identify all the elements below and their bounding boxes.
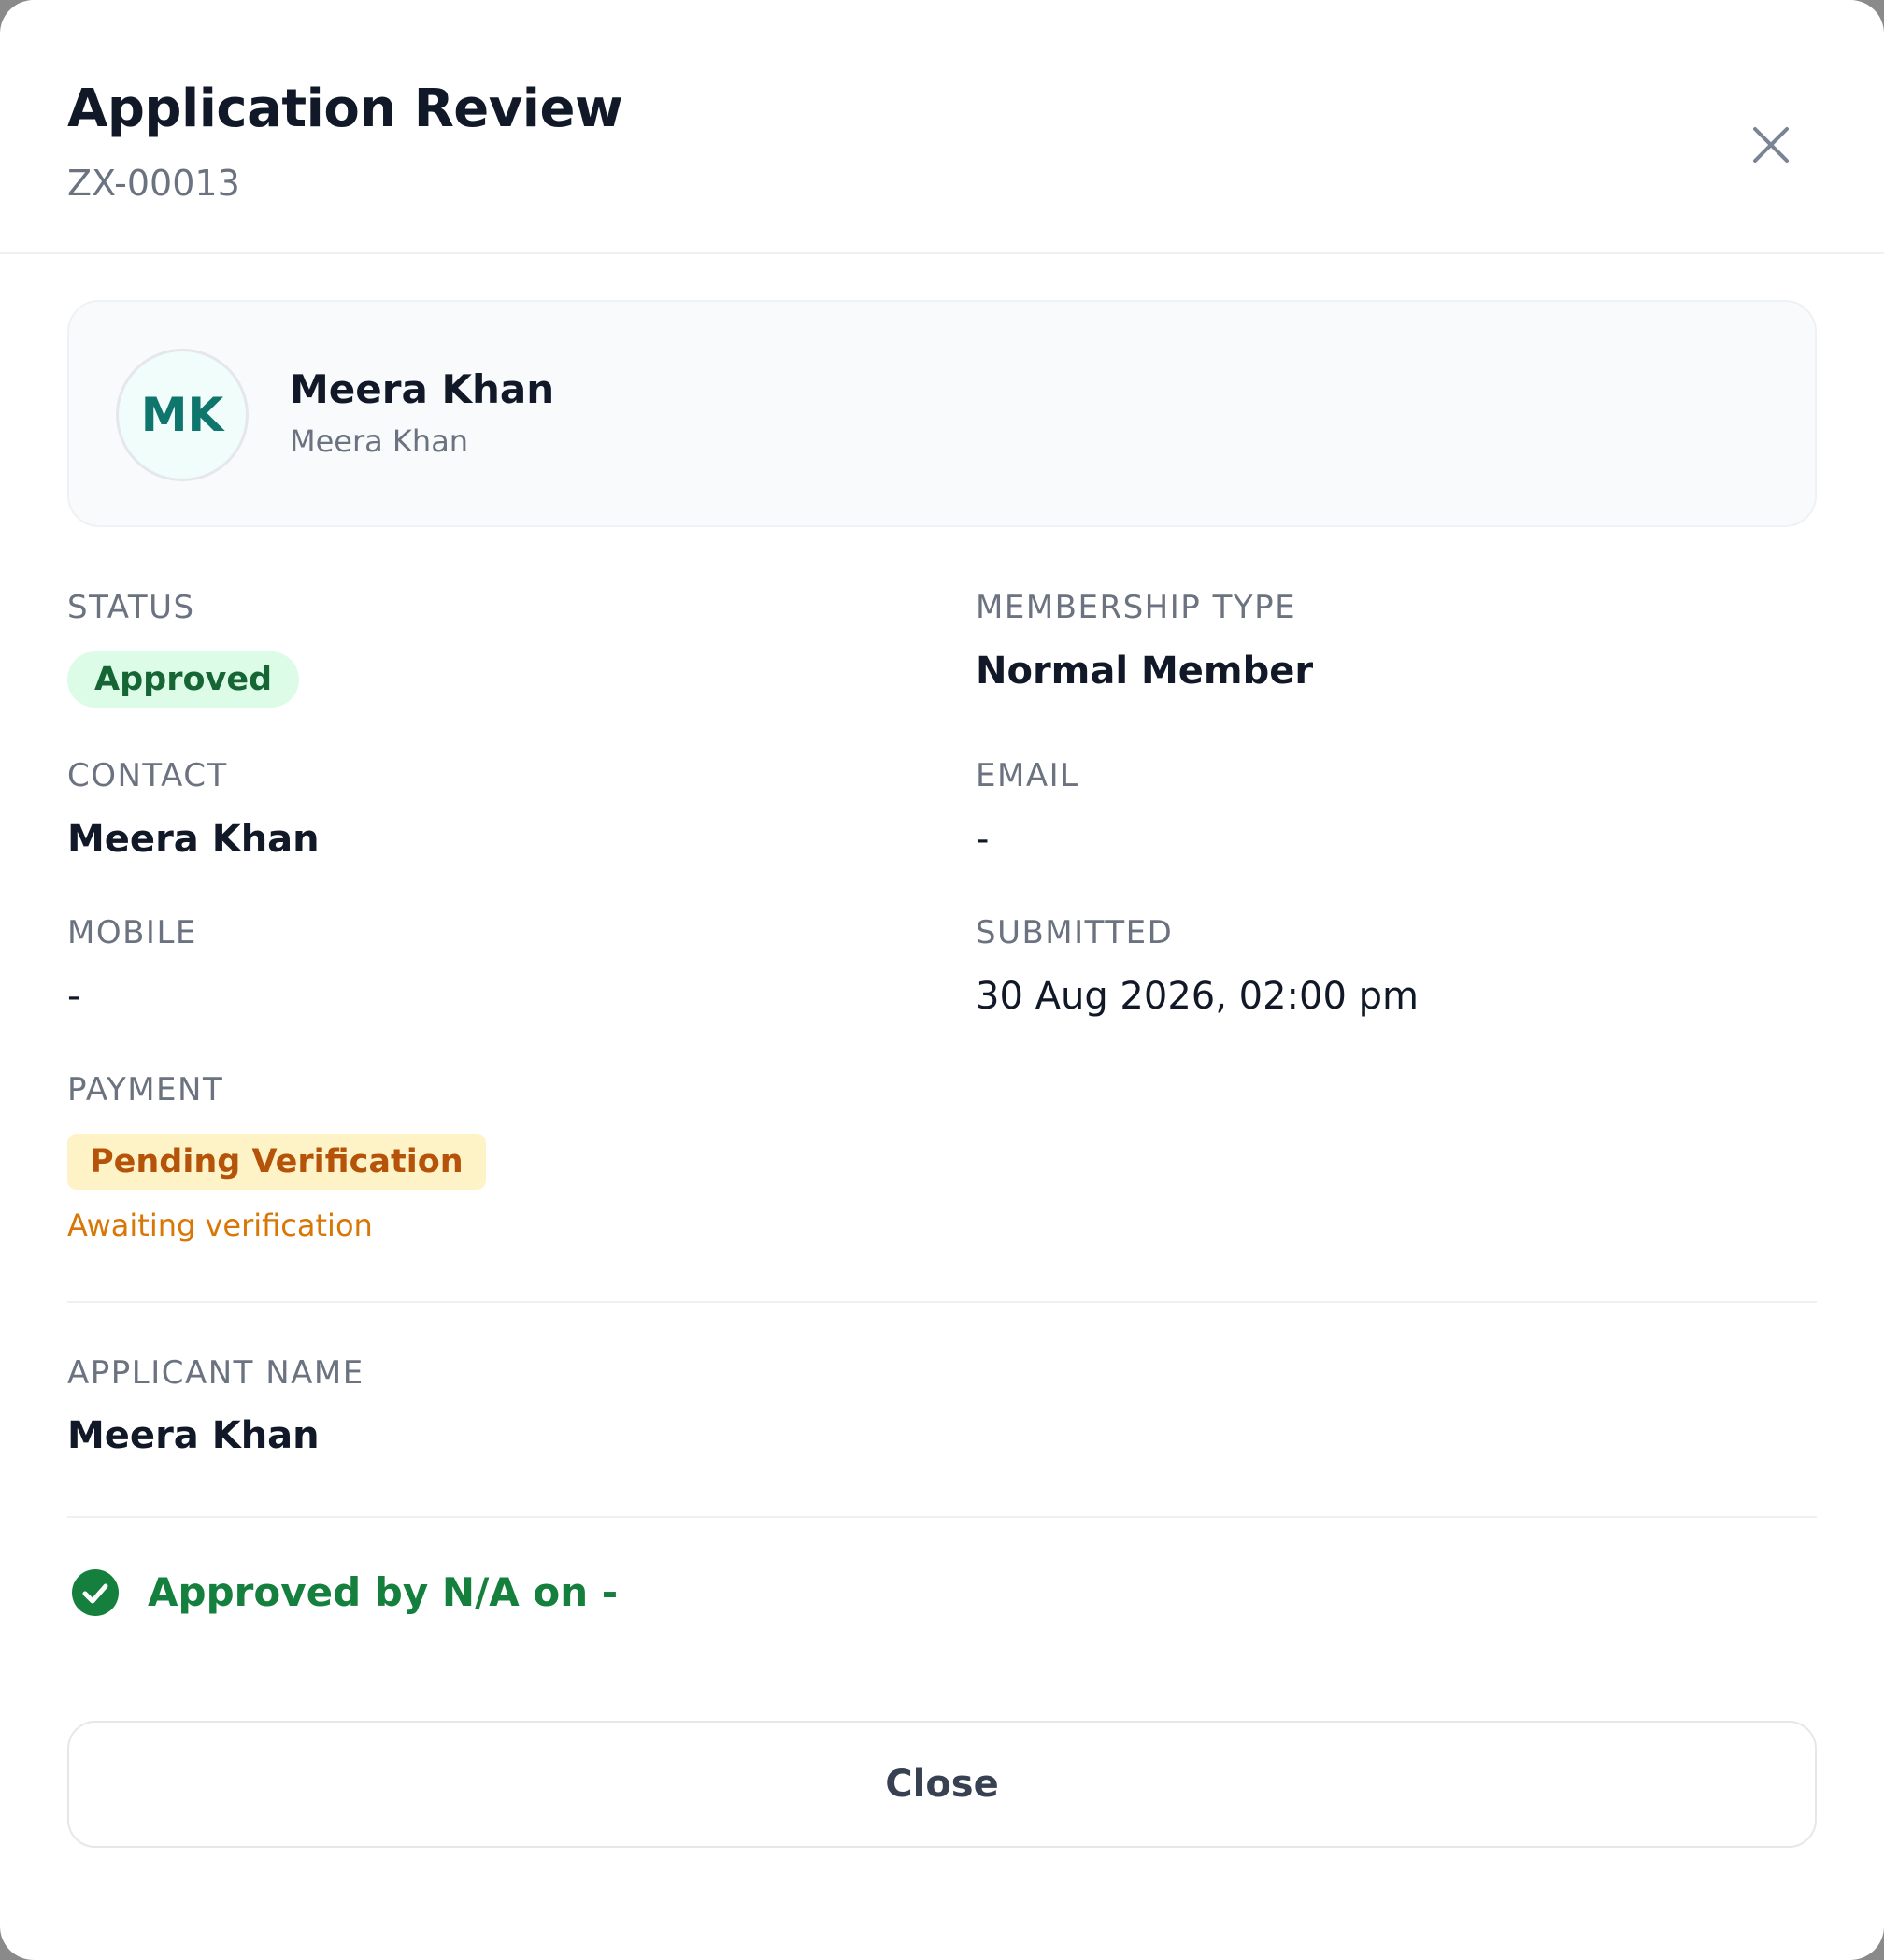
profile-secondary-name: Meera Khan [290, 423, 469, 459]
membership-type-label: MEMBERSHIP TYPE [976, 589, 1297, 626]
application-review-modal: Application Review ZX-00013 MK Meera Kha… [0, 0, 1884, 1960]
profile-card: MK Meera Khan Meera Khan [67, 300, 1817, 527]
status-badge: Approved [67, 651, 300, 708]
submitted-label: SUBMITTED [976, 914, 1174, 951]
applicant-name-value: Meera Khan [67, 1414, 320, 1457]
section-divider [67, 1516, 1817, 1518]
mobile-value: - [67, 975, 81, 1018]
contact-value: Meera Khan [67, 818, 320, 861]
payment-status-badge: Pending Verification [67, 1134, 486, 1190]
approval-text: Approved by N/A on - [148, 1569, 619, 1615]
modal-title: Application Review [67, 79, 623, 139]
close-button[interactable]: Close [67, 1721, 1817, 1848]
modal-header: Application Review ZX-00013 [0, 0, 1884, 254]
check-circle-icon [71, 1568, 120, 1617]
section-divider [67, 1301, 1817, 1303]
submitted-value: 30 Aug 2026, 02:00 pm [976, 975, 1420, 1018]
payment-label: PAYMENT [67, 1071, 224, 1109]
payment-note: Awaiting verification [67, 1208, 373, 1243]
membership-type-value: Normal Member [976, 650, 1314, 693]
contact-label: CONTACT [67, 757, 228, 794]
close-icon[interactable] [1748, 122, 1794, 168]
status-label: STATUS [67, 589, 195, 626]
close-icon-graphic [1753, 127, 1789, 163]
email-value: - [976, 818, 990, 861]
mobile-label: MOBILE [67, 914, 197, 951]
approval-info: Approved by N/A on - [71, 1567, 618, 1619]
application-id: ZX-00013 [67, 163, 240, 204]
profile-name: Meera Khan [290, 366, 555, 412]
avatar: MK [116, 349, 249, 481]
email-label: EMAIL [976, 757, 1079, 794]
applicant-name-label: APPLICANT NAME [67, 1354, 364, 1392]
